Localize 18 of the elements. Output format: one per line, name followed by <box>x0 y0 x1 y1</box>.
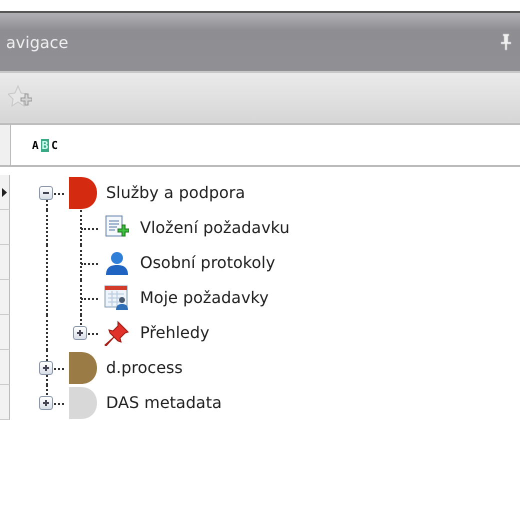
tree-item[interactable]: Moje požadavky <box>140 288 269 307</box>
person-icon <box>105 250 129 274</box>
tree-item[interactable]: DAS metadata <box>106 393 222 412</box>
expander-toggle[interactable] <box>39 360 53 374</box>
tree-item[interactable]: d.process <box>106 358 183 377</box>
tree-item[interactable]: Vložení požadavku <box>140 218 290 237</box>
expander-toggle[interactable] <box>73 326 87 340</box>
tree-item[interactable]: Služby a podpora <box>106 183 246 202</box>
current-row-arrow-icon <box>2 188 7 196</box>
panel-title: avigace <box>6 32 68 52</box>
pushpin-icon <box>104 320 130 346</box>
pin-icon[interactable] <box>500 33 512 51</box>
tree-item[interactable]: Přehledy <box>140 323 210 342</box>
expander-toggle[interactable] <box>39 396 53 410</box>
expander-toggle[interactable] <box>39 186 53 200</box>
tree-item[interactable]: Osobní protokoly <box>140 253 276 272</box>
calendar-person-icon <box>104 284 130 310</box>
row-header[interactable] <box>0 175 10 210</box>
